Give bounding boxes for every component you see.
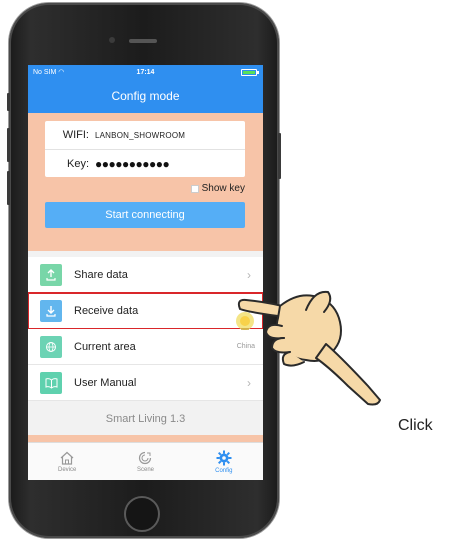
tab-label: Config [215, 467, 233, 474]
download-icon [40, 299, 62, 322]
battery-icon [241, 69, 259, 76]
tab-label: Device [57, 466, 77, 473]
book-icon [40, 371, 62, 394]
credentials-card: WIFI: LANBON_SHOWROOM Key: ●●●●●●●●●●● [45, 121, 245, 177]
wifi-row[interactable]: WIFI: LANBON_SHOWROOM [45, 121, 245, 149]
clock: 17:14 [136, 68, 155, 76]
power-button [278, 133, 281, 179]
key-row[interactable]: Key: ●●●●●●●●●●● [45, 149, 245, 177]
home-icon [60, 451, 74, 465]
battery-nub [257, 71, 259, 74]
start-connecting-button[interactable]: Start connecting [45, 202, 245, 228]
wifi-ssid-field[interactable]: LANBON_SHOWROOM [95, 131, 185, 140]
home-button[interactable] [124, 496, 160, 532]
menu-item-label: Current area [74, 340, 136, 353]
click-caption: Click [398, 417, 433, 434]
front-camera [109, 37, 115, 43]
menu-item-label: Receive data [74, 304, 139, 317]
status-bar: No SIM ◠ 17:14 [28, 65, 263, 79]
volume-down-button [7, 171, 10, 205]
show-key-label: Show key [201, 183, 245, 194]
menu-item-label: User Manual [74, 376, 137, 389]
page-title: Config mode [111, 89, 180, 103]
tab-scene[interactable]: Scene [106, 443, 184, 480]
app-screen: No SIM ◠ 17:14 Config mode WIFI: LANBON_… [28, 65, 263, 480]
tab-bar: Device Scene Config [28, 442, 263, 480]
key-label: Key: [66, 157, 89, 170]
scene-icon [139, 451, 152, 464]
show-key-checkbox[interactable] [190, 184, 199, 193]
menu-item-label: Share data [74, 268, 128, 281]
gear-icon [216, 450, 232, 465]
pointing-hand-icon [237, 290, 381, 406]
config-panel: WIFI: LANBON_SHOWROOM Key: ●●●●●●●●●●● S… [28, 113, 263, 251]
globe-icon [40, 335, 62, 358]
tab-config[interactable]: Config [185, 443, 263, 480]
show-key-toggle[interactable]: Show key [190, 183, 245, 194]
earpiece [129, 39, 157, 43]
tab-label: Scene [136, 466, 154, 473]
mute-switch [7, 93, 10, 111]
chevron-right-icon: › [247, 267, 251, 282]
battery-fill [243, 71, 255, 74]
volume-up-button [7, 128, 10, 162]
password-field[interactable]: ●●●●●●●●●●● [95, 157, 170, 171]
wifi-label: WIFI: [62, 129, 89, 141]
tab-device[interactable]: Device [28, 443, 106, 480]
app-header: No SIM ◠ 17:14 Config mode [28, 65, 263, 113]
upload-icon [40, 263, 62, 286]
